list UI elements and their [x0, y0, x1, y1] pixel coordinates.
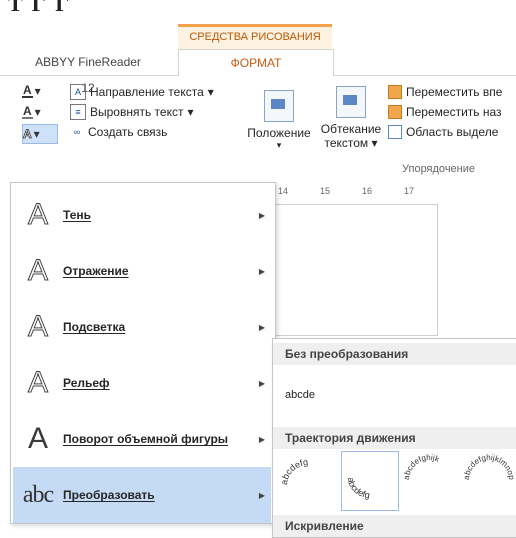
text-group: A Направление текста ▾ ≡ Выровнять текст ▾… [70, 82, 240, 142]
path-sample-4: abcdefghijklmnop [462, 453, 516, 481]
menu-item-reflection-label: Отражение [63, 264, 129, 278]
ruler-tick-17: 17 [404, 186, 415, 196]
wrap-label-1: Обтекание [320, 122, 382, 136]
link-icon: ∞ [73, 127, 81, 137]
menu-item-glow-label: Подсветка [63, 320, 126, 334]
text-direction-button[interactable]: A Направление текста ▾ [70, 82, 240, 102]
menu-item-shadow-label: Тень [63, 208, 92, 222]
path-sample-2: abcdefg [346, 477, 371, 500]
path-sample-3: abcdefghijk [402, 453, 442, 480]
path-button-option[interactable]: abcdefghijklmnop [461, 451, 516, 509]
section-warp: Искривление [273, 515, 516, 537]
tab-format[interactable]: ФОРМАТ [178, 49, 334, 77]
bring-forward-icon [388, 85, 402, 99]
tab-row: ABBYY FineReader 12 ФОРМАТ [0, 49, 516, 95]
top-strip-text: T Г Г [8, 0, 72, 16]
transform-submenu: Без преобразования abcde Траектория движ… [272, 338, 516, 538]
position-icon [264, 90, 294, 122]
create-link-button[interactable]: ∞ Создать связь [70, 122, 240, 142]
selection-pane-button[interactable]: Область выделе [388, 122, 516, 142]
ruler: 14 15 16 17 [272, 184, 516, 200]
wrap-text-icon [336, 86, 366, 118]
text-direction-label: Направление текста [90, 85, 204, 99]
align-text-icon: ≡ [70, 104, 86, 120]
svg-text:abcdefghijklmnop: abcdefghijklmnop [462, 453, 516, 481]
menu-item-3d-rotation[interactable]: A Поворот объемной фигуры ▶ [13, 411, 271, 467]
wrap-text-button[interactable]: Обтекание текстом ▾ [316, 86, 386, 150]
chevron-right-icon: ▶ [258, 266, 266, 276]
path-sample-1: abcdefg [281, 457, 309, 485]
selection-pane-label: Область выделе [406, 125, 499, 139]
create-link-label: Создать связь [88, 125, 168, 139]
text-style-buttons: A ▾ A ▾ A ▾ [22, 82, 62, 147]
align-text-label: Выровнять текст [90, 105, 184, 119]
position-label: Положение [247, 126, 311, 140]
text-effects-menu: A Тень ▶ A Отражение ▶ A Подсветка ▶ A Р… [10, 182, 276, 524]
arrange-group: Переместить впе Переместить наз Область … [388, 82, 516, 142]
text-effects-button[interactable]: A ▾ [22, 124, 58, 144]
reflection-icon: A [27, 254, 48, 288]
ruler-tick-15: 15 [320, 186, 331, 196]
ruler-tick-16: 16 [362, 186, 373, 196]
path-arch-up-option[interactable]: abcdefg [281, 451, 337, 509]
bring-forward-label: Переместить впе [406, 85, 503, 99]
text-fill-button[interactable]: A ▾ [22, 82, 62, 100]
chevron-right-icon: ▶ [258, 490, 266, 500]
send-backward-button[interactable]: Переместить наз [388, 102, 516, 122]
svg-text:abcdefg: abcdefg [346, 477, 371, 500]
menu-item-reflection[interactable]: A Отражение ▶ [13, 243, 271, 299]
svg-text:abcdefghijk: abcdefghijk [402, 453, 442, 480]
chevron-right-icon: ▶ [258, 434, 266, 444]
send-backward-icon [388, 105, 402, 119]
position-button[interactable]: Положение ▾ [244, 90, 314, 151]
menu-item-glow[interactable]: A Подсветка ▶ [13, 299, 271, 355]
tab-abbyy[interactable]: ABBYY FineReader 12 [28, 49, 148, 95]
align-text-button[interactable]: ≡ Выровнять текст ▾ [70, 102, 240, 122]
send-backward-label: Переместить наз [406, 105, 502, 119]
chevron-right-icon: ▶ [258, 322, 266, 332]
shadow-icon: A [27, 198, 48, 232]
top-strip: T Г Г [0, 0, 516, 20]
chevron-right-icon: ▶ [258, 210, 266, 220]
ruler-tick-14: 14 [278, 186, 289, 196]
section-no-transform: Без преобразования [273, 343, 516, 365]
section-follow-path: Траектория движения [273, 427, 516, 449]
bring-forward-button[interactable]: Переместить впе [388, 82, 516, 102]
path-arch-down-option[interactable]: abcdefg [341, 451, 399, 511]
selection-pane-icon [388, 125, 402, 139]
menu-item-bevel-label: Рельеф [63, 376, 110, 390]
wrap-label-2: текстом [324, 136, 369, 150]
menu-item-transform[interactable]: abc Преобразовать ▶ [13, 467, 271, 523]
svg-text:abcdefg: abcdefg [281, 457, 309, 485]
transform-icon: abc [22, 481, 54, 508]
menu-item-3d-rotation-label: Поворот объемной фигуры [63, 432, 229, 446]
path-circle-option[interactable]: abcdefghijk [401, 451, 457, 509]
glow-icon: A [27, 310, 48, 344]
menu-item-bevel[interactable]: A Рельеф ▶ [13, 355, 271, 411]
menu-item-transform-label: Преобразовать [63, 488, 155, 502]
no-transform-option[interactable]: abcde [285, 389, 315, 401]
3d-rotation-icon: A [27, 422, 48, 455]
document-page [272, 204, 438, 336]
menu-item-shadow[interactable]: A Тень ▶ [13, 187, 271, 243]
bevel-icon: A [27, 366, 48, 400]
context-group-label: СРЕДСТВА РИСОВАНИЯ [189, 31, 321, 43]
context-tab-group: СРЕДСТВА РИСОВАНИЯ [178, 24, 332, 49]
text-outline-button[interactable]: A ▾ [22, 103, 62, 121]
text-direction-icon: A [70, 84, 86, 100]
arrange-group-label: Упорядочение [402, 163, 475, 175]
chevron-right-icon: ▶ [258, 378, 266, 388]
